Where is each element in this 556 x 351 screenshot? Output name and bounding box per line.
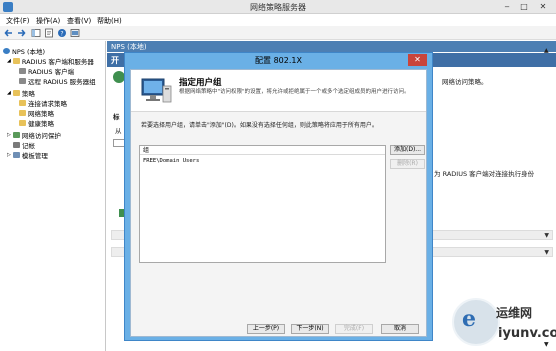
back-arrow-icon[interactable] [4, 28, 14, 38]
properties-icon[interactable] [44, 28, 54, 38]
details-text-top: 网络访问策略。 [442, 78, 488, 86]
server-icon [3, 48, 10, 54]
menu-bar: 文件(F) 操作(A) 查看(V) 帮助(H) [0, 14, 556, 26]
dialog-title: 配置 802.1X [255, 56, 302, 65]
collapse-arrow-icon[interactable]: ◢ [7, 90, 11, 96]
tree-label: 连接请求策略 [28, 100, 67, 108]
menu-action[interactable]: 操作(A) [36, 16, 60, 26]
menu-file[interactable]: 文件(F) [6, 16, 30, 26]
watermark-logo-icon: e [462, 306, 476, 332]
tree-label: 模板管理 [21, 152, 48, 160]
collapse-arrow-icon[interactable]: ◢ [7, 58, 11, 64]
watermark-url-text: iyunv.com [498, 326, 556, 341]
dialog-description: 根据网络策略中"访问权限"的设置，将允许或拒绝属于一个或多个选定组成员的用户进行… [179, 89, 410, 95]
remove-group-button[interactable]: 删除(R) [390, 159, 425, 169]
tree-label: 健康策略 [28, 120, 54, 128]
user-groups-list[interactable]: 组 FREE\Domain Users [139, 145, 386, 263]
chevron-down-icon[interactable]: ▼ [544, 249, 549, 256]
group-column-header[interactable]: 组 [140, 146, 385, 155]
template-icon [12, 152, 20, 158]
help-icon[interactable]: ? [57, 28, 67, 38]
next-button[interactable]: 下一步(N) [291, 324, 329, 334]
tree-label: 网络访问保护 [21, 132, 61, 140]
client-icon [19, 68, 26, 74]
folder-icon [12, 58, 20, 64]
window-title: 网络策略服务器 [250, 3, 306, 12]
list-item[interactable]: FREE\Domain Users [143, 158, 199, 164]
configure-8021x-dialog: 配置 802.1X ✕ 指定用户组 根据网络策略中"访问权限"的设置，将允许或拒… [124, 52, 433, 341]
folder-icon [19, 110, 26, 116]
watermark-logo-circle [452, 298, 500, 346]
folder-icon [19, 120, 26, 126]
server-group-icon [19, 78, 26, 84]
close-button[interactable]: ✕ [536, 1, 550, 12]
tree-item-radius-group[interactable]: ◢ RADIUS 客户端和服务器 [7, 56, 94, 66]
folder-icon [12, 90, 20, 96]
tree-label: 策略 [21, 90, 35, 98]
toolbar: ? [0, 26, 556, 40]
title-bar: 网络策略服务器 ‒ □ ✕ [0, 0, 556, 14]
chevron-down-icon[interactable]: ▼ [544, 232, 549, 239]
tree-item-nps-root[interactable]: NPS (本地) [3, 46, 45, 56]
details-header: NPS (本地) [107, 41, 556, 52]
expand-arrow-icon[interactable]: ▷ [7, 152, 11, 158]
tree-item-policies[interactable]: ◢ 策略 [7, 88, 35, 98]
accounting-icon [13, 142, 20, 148]
back-button[interactable]: 上一步(P) [247, 324, 285, 334]
dialog-instruction: 若要选择用户组，请单击"添加"(D)。如果没有选择任何组，则此策略将应用于所有用… [141, 122, 378, 129]
site-watermark: e 运维网 iyunv.com [452, 298, 556, 351]
add-group-button[interactable]: 添加(D)... [390, 145, 425, 155]
details-label-letter: 标 [113, 113, 120, 121]
dialog-header: 指定用户组 根据网络策略中"访问权限"的设置，将允许或拒绝属于一个或多个选定组成… [131, 70, 426, 112]
cancel-button[interactable]: 取消 [381, 324, 419, 334]
dialog-close-button[interactable]: ✕ [408, 54, 427, 66]
view-icon[interactable] [70, 28, 80, 38]
details-text-mid: 为 RADIUS 客户端对连接执行身份 [434, 170, 535, 178]
tree-item-network-policies[interactable]: 网络策略 [19, 108, 54, 118]
folder-icon [19, 100, 26, 106]
tree-label: 记帐 [22, 142, 35, 150]
tree-label: 远程 RADIUS 服务器组 [28, 78, 96, 86]
tree-item-connection-request[interactable]: 连接请求策略 [19, 98, 67, 108]
tree-label: RADIUS 客户端 [28, 68, 75, 76]
minimize-button[interactable]: ‒ [500, 1, 514, 12]
dialog-body: 指定用户组 根据网络策略中"访问权限"的设置，将允许或拒绝属于一个或多个选定组成… [130, 69, 427, 337]
tree-item-accounting[interactable]: 记帐 [13, 140, 35, 150]
tree-label: RADIUS 客户端和服务器 [21, 58, 94, 66]
tree-item-remote-radius[interactable]: 远程 RADIUS 服务器组 [19, 76, 96, 86]
svg-text:?: ? [60, 30, 63, 37]
tree-label: 网络策略 [28, 110, 54, 118]
finish-button[interactable]: 完成(F) [335, 324, 373, 334]
tree-item-health-policies[interactable]: 健康策略 [19, 118, 54, 128]
watermark-cn-text: 运维网 [496, 306, 533, 320]
tree-label: NPS (本地) [12, 48, 46, 56]
expand-arrow-icon[interactable]: ▷ [7, 132, 11, 138]
details-label-letter: 从 [115, 127, 122, 135]
computer-icon [141, 78, 172, 103]
menu-help[interactable]: 帮助(H) [97, 16, 122, 26]
show-tree-icon[interactable] [31, 28, 41, 38]
tree-item-radius-clients[interactable]: RADIUS 客户端 [19, 66, 74, 76]
tree-item-nap[interactable]: ▷ 网络访问保护 [7, 130, 61, 140]
menu-view[interactable]: 查看(V) [67, 16, 91, 26]
forward-arrow-icon[interactable] [16, 28, 26, 38]
scroll-up-icon[interactable]: ▲ [544, 47, 549, 54]
shield-icon [12, 132, 20, 138]
dialog-heading: 指定用户组 [179, 78, 222, 88]
maximize-button[interactable]: □ [517, 1, 531, 12]
tree-item-templates[interactable]: ▷ 模板管理 [7, 150, 48, 160]
console-tree: NPS (本地) ◢ RADIUS 客户端和服务器 RADIUS 客户端 远程 … [0, 41, 106, 351]
